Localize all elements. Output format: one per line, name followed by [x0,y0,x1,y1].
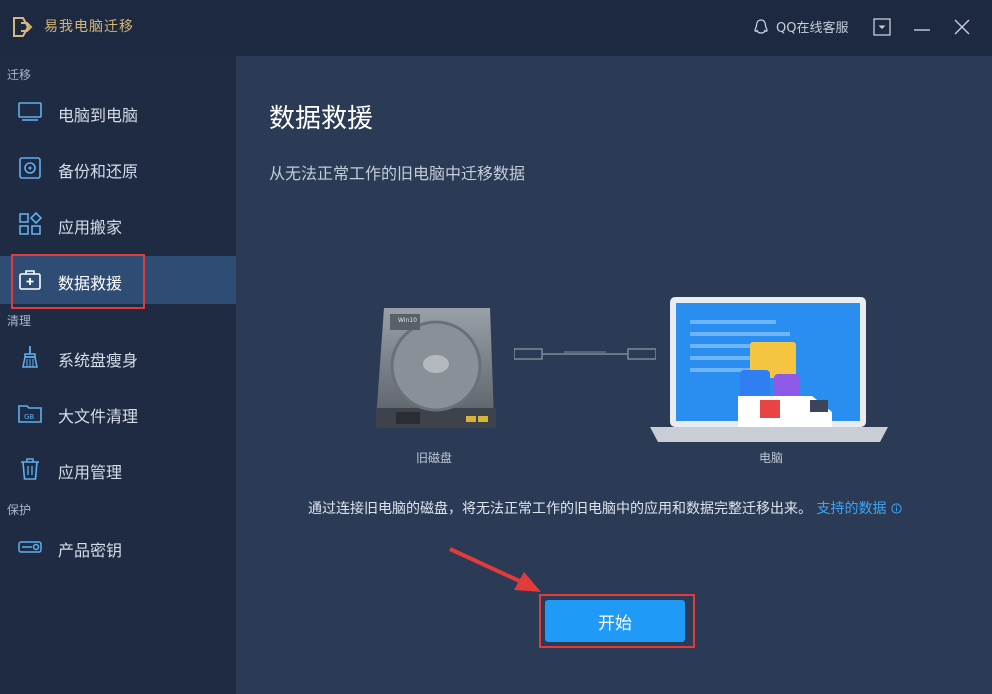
cable-illustration [514,348,656,360]
minimize-icon[interactable] [911,16,933,38]
close-icon[interactable] [951,16,973,38]
sidebar-item-label: 产品密钥 [58,541,123,560]
start-button[interactable]: 开始 [545,600,685,642]
section-clean: 清理 [7,314,32,328]
sidebar-item-label: 数据救援 [58,274,123,293]
sidebar-item-label: 应用搬家 [58,218,123,237]
win10-badge-text: Win10 [398,317,417,324]
app-logo-icon [13,17,33,37]
dropdown-menu-icon[interactable] [871,16,893,38]
old-disk-illustration: Win10 [376,308,496,428]
sidebar-item-app-manage[interactable]: 应用管理 [0,445,236,493]
page-title: 数据救援 [269,104,374,134]
description-text: 通过连接旧电脑的磁盘，将无法正常工作的旧电脑中的应用和数据完整迁移出来。 [308,501,812,517]
description: 通过连接旧电脑的磁盘，将无法正常工作的旧电脑中的应用和数据完整迁移出来。 支持的… [308,498,928,521]
pc-label: 电脑 [759,451,784,465]
qq-penguin-icon [754,18,768,34]
title-bar: 易我电脑迁移 QQ在线客服 [0,0,992,56]
sidebar-item-label: 大文件清理 [58,407,139,426]
sidebar-item-app-migrate[interactable]: 应用搬家 [0,200,236,248]
sidebar-item-label: 电脑到电脑 [58,106,139,125]
sidebar-item-system-slim[interactable]: 系统盘瘦身 [0,333,236,381]
medkit-icon [19,270,41,290]
info-icon[interactable] [891,503,902,514]
qq-support-label: QQ在线客服 [776,21,849,36]
section-protect: 保护 [7,503,32,517]
app-title: 易我电脑迁移 [44,19,134,35]
sidebar-item-backup-restore[interactable]: 备份和还原 [0,144,236,192]
sidebar-item-label: 系统盘瘦身 [58,351,139,370]
folder-gb-icon: GB [18,405,42,423]
key-icon [18,541,42,553]
red-arrow-annotation [449,547,541,592]
laptop-illustration [650,297,888,442]
sidebar-item-pc-to-pc[interactable]: 电脑到电脑 [0,88,236,136]
trash-icon [21,458,39,480]
old-disk-label: 旧磁盘 [416,451,453,465]
sidebar-item-large-files[interactable]: GB 大文件清理 [0,389,236,437]
main-panel: 数据救援 从无法正常工作的旧电脑中迁移数据 Win10 旧磁盘 电脑 通过连接旧… [236,56,992,694]
apps-grid-icon [19,212,42,235]
sidebar-item-label: 备份和还原 [58,162,139,181]
qq-support-button[interactable]: QQ在线客服 [752,17,848,36]
section-migrate: 迁移 [7,68,32,82]
backup-disk-icon [19,157,41,179]
supported-data-link[interactable]: 支持的数据 [816,501,886,517]
sidebar-item-product-key[interactable]: 产品密钥 [0,523,236,571]
svg-text:GB: GB [24,413,34,421]
sidebar: 迁移 电脑到电脑 备份和还原 应用搬家 数据救援 清理 系统盘瘦身 GB 大文件… [0,56,236,694]
broom-icon [22,346,38,368]
sidebar-item-label: 应用管理 [58,463,123,482]
page-subtitle: 从无法正常工作的旧电脑中迁移数据 [269,164,526,183]
monitor-icon [18,102,42,121]
sidebar-item-data-rescue[interactable]: 数据救援 [0,256,236,304]
